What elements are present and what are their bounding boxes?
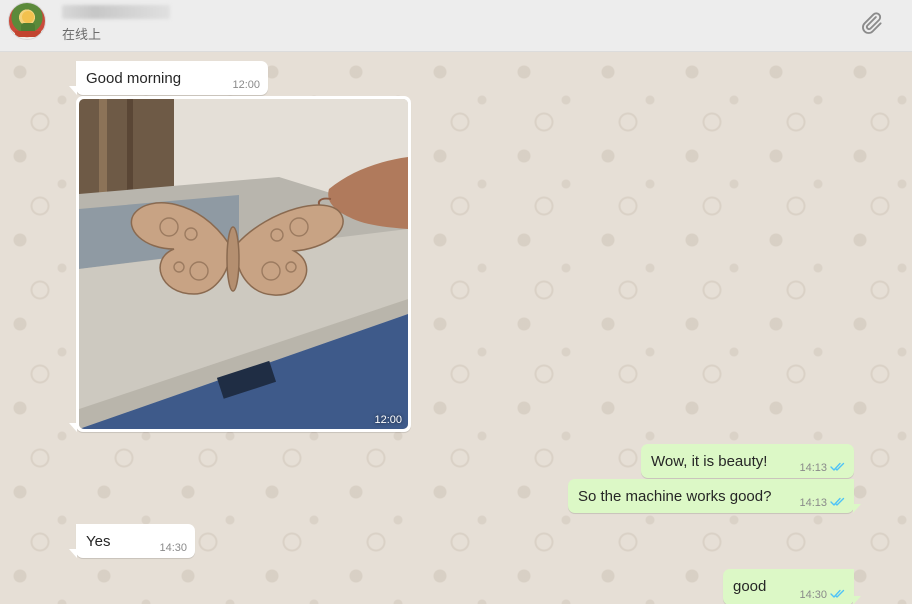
paperclip-icon[interactable] — [858, 10, 884, 36]
butterfly-photo-illustration — [79, 99, 408, 429]
chat-header: 在线上 — [0, 0, 912, 52]
message-bubble: Wow, it is beauty! 14:13 — [641, 444, 854, 478]
message-meta: 14:30 — [799, 589, 846, 601]
read-ticks-icon — [830, 497, 845, 506]
message-text: good — [733, 578, 767, 595]
contact-avatar[interactable] — [8, 2, 46, 40]
message-bubble: good 14:30 — [723, 569, 861, 604]
message-bubble: Yes 14:30 — [69, 524, 195, 558]
message-meta: 14:13 — [799, 497, 846, 509]
message-time: 12:00 — [374, 414, 402, 426]
message-list[interactable]: Good morning 12:00 12:00 Wow, it is beau… — [0, 52, 912, 604]
read-ticks-icon — [830, 589, 845, 598]
message-bubble: Good morning 12:00 — [69, 61, 268, 95]
photo-butterfly[interactable]: 12:00 — [79, 99, 408, 429]
message-time: 14:13 — [799, 462, 827, 474]
message-meta: 14:13 — [799, 462, 846, 474]
avatar-figure-icon — [15, 11, 41, 37]
image-message[interactable]: 12:00 — [69, 96, 411, 432]
message-text: So the machine works good? — [578, 488, 772, 505]
contact-name-redacted — [62, 5, 170, 19]
message-text: Yes — [86, 533, 111, 550]
read-ticks-icon — [830, 462, 845, 471]
message-time: 12:00 — [232, 79, 260, 91]
message-time: 14:30 — [799, 589, 827, 601]
message-time: 14:30 — [159, 542, 187, 554]
message-text: Good morning — [86, 70, 182, 87]
message-time: 14:13 — [799, 497, 827, 509]
contact-status: 在线上 — [62, 28, 102, 43]
message-bubble: So the machine works good? 14:13 — [568, 479, 861, 513]
message-text: Wow, it is beauty! — [651, 453, 768, 470]
